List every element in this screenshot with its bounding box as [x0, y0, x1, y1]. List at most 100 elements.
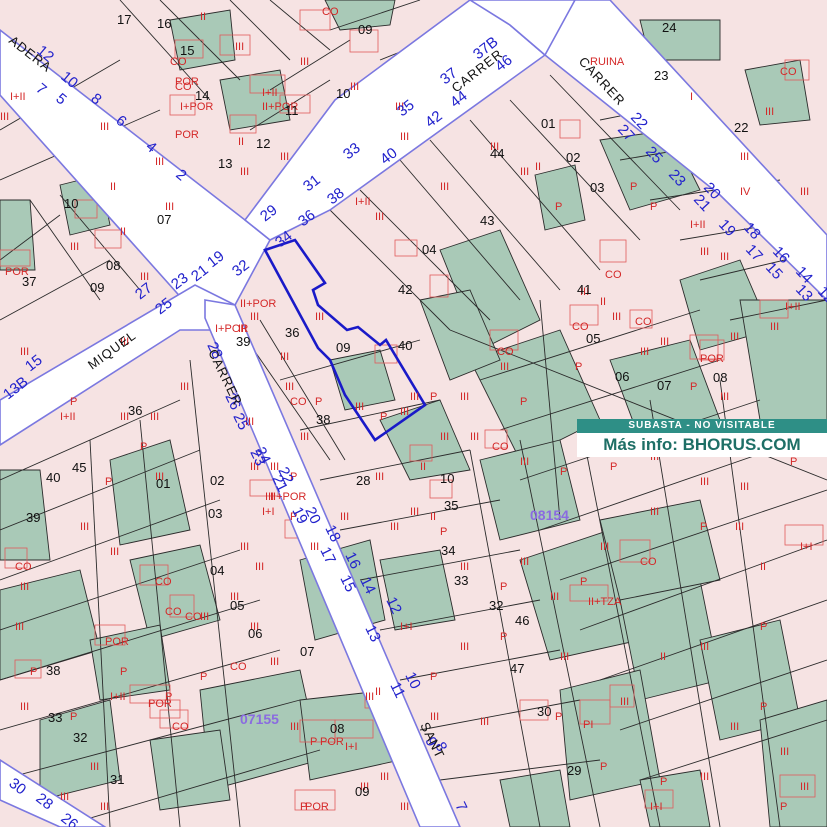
plot-number: 04	[210, 563, 224, 578]
block-id-08154: 08154	[530, 507, 569, 523]
use-code-label: CO	[165, 606, 182, 618]
use-code-label: III	[100, 801, 109, 813]
use-code-label: CO	[322, 6, 339, 18]
use-code-label: P	[690, 381, 697, 393]
use-code-label: CO	[230, 661, 247, 673]
use-code-label: III	[612, 311, 621, 323]
cadastral-map[interactable]: IIIIICOCOPORI+IIII+PORI+PORIIIIIPORIIIII…	[0, 0, 827, 827]
use-code-label: III	[640, 346, 649, 358]
use-code-label: P	[70, 711, 77, 723]
use-code-label: I+I	[262, 506, 275, 518]
banner-info-link[interactable]: Más info: BHORUS.COM	[577, 433, 827, 457]
use-code-label: II	[600, 296, 606, 308]
use-code-label: III	[285, 381, 294, 393]
use-code-label: PI	[583, 719, 593, 731]
plot-number: 14	[195, 88, 209, 103]
use-code-label: III	[520, 556, 529, 568]
plot-number: 23	[654, 68, 668, 83]
use-code-label: III	[800, 781, 809, 793]
use-code-label: III	[500, 361, 509, 373]
use-code-label: P	[700, 521, 707, 533]
use-code-label: IV	[740, 186, 751, 198]
use-code-label: P	[500, 631, 507, 643]
use-code-label: I+II	[785, 301, 801, 313]
use-code-label: III	[155, 156, 164, 168]
use-code-label: III	[400, 131, 409, 143]
use-code-label: P	[120, 666, 127, 678]
use-code-label: P	[760, 621, 767, 633]
plot-number: 33	[48, 710, 62, 725]
use-code-label: II	[535, 161, 541, 173]
use-code-label: P	[430, 391, 437, 403]
use-code-label: I+II	[690, 219, 706, 231]
plot-number: 13	[218, 156, 232, 171]
use-code-label: P	[165, 691, 172, 703]
use-code-label: III	[520, 166, 529, 178]
plot-number: 08	[713, 370, 727, 385]
plot-number: 30	[537, 704, 551, 719]
use-code-label: III	[560, 651, 569, 663]
use-code-label: P	[650, 201, 657, 213]
use-code-label: III	[780, 746, 789, 758]
use-code-label: II	[110, 181, 116, 193]
plot-number: 15	[180, 43, 194, 58]
use-code-label: P	[600, 761, 607, 773]
plot-number: 43	[480, 213, 494, 228]
use-code-label: CO	[185, 611, 202, 623]
use-code-label: III	[410, 391, 419, 403]
use-code-label: III	[380, 771, 389, 783]
use-code-label: III	[550, 591, 559, 603]
plot-number: 31	[110, 772, 124, 787]
use-code-label: P	[555, 711, 562, 723]
use-code-label: CO	[605, 269, 622, 281]
use-code-label: II	[430, 511, 436, 523]
use-code-label: CO	[640, 556, 657, 568]
use-code-label: P	[500, 581, 507, 593]
use-code-label: III	[280, 151, 289, 163]
auction-banner[interactable]: SUBASTA - NO VISITABLE Más info: BHORUS.…	[577, 419, 827, 457]
plot-number: 28	[356, 473, 370, 488]
use-code-label: I+I	[400, 621, 413, 633]
plot-number: 05	[586, 331, 600, 346]
use-code-label: I+II	[355, 196, 371, 208]
use-code-label: CO	[15, 561, 32, 573]
use-code-label: III	[240, 541, 249, 553]
use-code-label: CO	[172, 721, 189, 733]
use-code-label: II+TZA	[588, 596, 622, 608]
use-code-label: III	[460, 641, 469, 653]
use-code-label: POR	[700, 353, 724, 365]
use-code-label: P	[555, 201, 562, 213]
use-code-label: I+II	[60, 411, 76, 423]
use-code-label: III	[740, 151, 749, 163]
use-code-label: P	[790, 456, 797, 468]
plot-number: 32	[73, 730, 87, 745]
use-code-label: III	[270, 656, 279, 668]
use-code-label: I+I	[650, 801, 663, 813]
use-code-label: III	[800, 186, 809, 198]
plot-number: 39	[236, 334, 250, 349]
plot-number: 08	[330, 721, 344, 736]
plot-number: 38	[316, 412, 330, 427]
use-code-label: P	[380, 411, 387, 423]
plot-number: 01	[541, 116, 555, 131]
use-code-label: III	[740, 481, 749, 493]
use-code-label: III	[700, 771, 709, 783]
use-code-label: CO	[780, 66, 797, 78]
use-code-label: II	[760, 561, 766, 573]
use-code-label: III	[20, 701, 29, 713]
use-code-label: II	[238, 136, 244, 148]
use-code-label: III	[600, 541, 609, 553]
use-code-label: III	[620, 696, 629, 708]
plot-number: 02	[210, 473, 224, 488]
plot-number: 36	[128, 403, 142, 418]
use-code-label: III	[150, 411, 159, 423]
plot-number: 42	[398, 282, 412, 297]
use-code-label: III	[400, 801, 409, 813]
use-code-label: III	[390, 521, 399, 533]
plot-number: 09	[358, 22, 372, 37]
plot-number: 34	[441, 543, 455, 558]
use-code-label: P	[200, 671, 207, 683]
use-code-label: P	[430, 671, 437, 683]
plot-number: 10	[336, 86, 350, 101]
use-code-label: P	[520, 396, 527, 408]
